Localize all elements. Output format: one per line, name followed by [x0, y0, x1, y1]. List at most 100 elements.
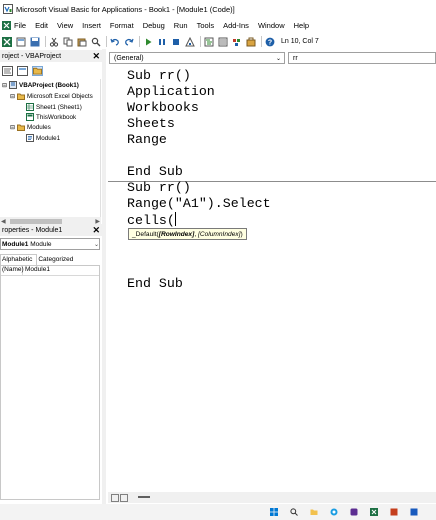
code-line[interactable]: Sub rr()	[127, 180, 191, 196]
object-type: Module	[30, 240, 52, 248]
properties-object-select[interactable]: Module1 Module ⌄	[0, 238, 100, 250]
code-line[interactable]: Workbooks	[127, 100, 199, 116]
toolbar-separator	[139, 36, 140, 47]
tree-item-modules[interactable]: ⊟ Modules	[9, 122, 51, 132]
app-icon[interactable]	[350, 508, 358, 516]
code-line[interactable]: Application	[127, 84, 215, 100]
tab-alphabetic[interactable]: Alphabetic	[0, 254, 38, 265]
chevron-down-icon[interactable]: ⌄	[94, 241, 99, 248]
menu-add-ins[interactable]: Add-Ins	[223, 18, 249, 33]
tooltip-param: [ColumnIndex]	[197, 230, 241, 238]
code-line-active[interactable]: cells(	[127, 212, 176, 229]
menu-edit[interactable]: Edit	[35, 18, 48, 33]
code-window-status	[108, 492, 436, 503]
chevron-down-icon[interactable]: ⌄	[276, 55, 281, 62]
excel-taskbar-icon[interactable]	[370, 508, 378, 516]
tree-item-sheet1[interactable]: Sheet1 (Sheet1)	[26, 102, 82, 112]
menu-help[interactable]: Help	[294, 18, 309, 33]
toolbox-icon[interactable]	[246, 37, 256, 47]
properties-window-icon[interactable]	[218, 37, 228, 47]
close-icon[interactable]: ✕	[92, 225, 100, 235]
view-object-icon[interactable]	[17, 65, 28, 76]
copy-icon[interactable]	[63, 37, 73, 47]
object-dropdown[interactable]: (General) ⌄	[109, 52, 285, 64]
help-icon[interactable]: ?	[265, 37, 275, 47]
cut-icon[interactable]	[49, 37, 59, 47]
project-panel-header: roject - VBAProject ✕	[0, 50, 102, 62]
browser-icon[interactable]	[330, 508, 338, 516]
object-browser-icon[interactable]	[232, 37, 242, 47]
full-module-view-icon[interactable]	[120, 493, 128, 502]
search-icon[interactable]	[290, 508, 298, 516]
menu-insert[interactable]: Insert	[82, 18, 101, 33]
app-icon[interactable]	[410, 508, 418, 516]
collapse-icon[interactable]: ⊟	[1, 82, 8, 89]
tree-item-vbaproject[interactable]: ⊟ VBAProject (Book1)	[1, 80, 79, 90]
property-value[interactable]: Module1	[23, 266, 50, 275]
menu-format[interactable]: Format	[110, 18, 134, 33]
pane-splitter[interactable]	[102, 49, 106, 504]
tooltip-prefix: _Default(	[132, 230, 159, 238]
window-title: Microsoft Visual Basic for Applications …	[16, 4, 235, 14]
vba-project-icon	[9, 81, 17, 89]
project-explorer-icon[interactable]	[204, 37, 214, 47]
menu-debug[interactable]: Debug	[143, 18, 165, 33]
redo-icon[interactable]	[124, 37, 134, 47]
menu-run[interactable]: Run	[174, 18, 188, 33]
menu-tools[interactable]: Tools	[197, 18, 215, 33]
file-explorer-icon[interactable]	[310, 508, 318, 516]
collapse-icon[interactable]: ⊟	[9, 124, 16, 131]
tree-item-excel-objects[interactable]: ⊟ Microsoft Excel Objects	[9, 91, 93, 101]
code-line[interactable]: Sheets	[127, 116, 175, 132]
toolbar-separator	[200, 36, 201, 47]
workbook-icon	[26, 113, 34, 121]
toggle-folders-icon[interactable]	[32, 65, 43, 76]
quick-info-tooltip: _Default( [RowIndex] , [ColumnIndex] )	[128, 228, 247, 240]
code-line-text[interactable]: cells(	[127, 213, 175, 228]
insert-module-icon[interactable]	[16, 37, 26, 47]
object-name: Module1	[2, 240, 29, 248]
collapse-icon[interactable]: ⊟	[9, 93, 16, 100]
code-editor[interactable]: Sub rr() Application Workbooks Sheets Ra…	[108, 66, 436, 492]
sheet-icon	[26, 103, 34, 111]
procedure-view-icon[interactable]	[111, 493, 119, 502]
code-line[interactable]: End Sub	[127, 164, 183, 180]
save-icon[interactable]	[30, 37, 40, 47]
undo-icon[interactable]	[110, 37, 120, 47]
code-line[interactable]: Range	[127, 132, 167, 148]
view-excel-icon[interactable]	[2, 36, 12, 47]
close-icon[interactable]: ✕	[92, 51, 100, 61]
tab-categorized[interactable]: Categorized	[37, 255, 77, 265]
excel-icon[interactable]	[2, 21, 11, 30]
cursor-position: Ln 10, Col 7	[281, 38, 319, 45]
menu-file[interactable]: File	[2, 18, 26, 33]
view-code-icon[interactable]	[2, 65, 13, 76]
find-icon[interactable]	[91, 37, 101, 47]
app-icon[interactable]	[390, 508, 398, 516]
windows-start-icon[interactable]	[270, 508, 278, 516]
title-bar: Microsoft Visual Basic for Applications …	[0, 0, 436, 18]
tooltip-param-current: [RowIndex]	[158, 230, 195, 238]
folder-icon	[17, 93, 25, 100]
toolbar-separator	[261, 36, 262, 47]
reset-icon[interactable]	[171, 37, 181, 47]
tree-item-module1[interactable]: Module1	[26, 133, 60, 143]
procedure-dropdown[interactable]: rr	[288, 52, 436, 64]
menu-window[interactable]: Window	[258, 18, 285, 33]
code-line[interactable]: End Sub	[127, 276, 183, 292]
menu-view[interactable]: View	[57, 18, 73, 33]
design-mode-icon[interactable]	[185, 36, 195, 47]
project-panel-title: roject - VBAProject	[2, 52, 62, 60]
paste-icon[interactable]	[77, 37, 87, 47]
properties-panel-title: roperties - Module1	[2, 226, 63, 234]
break-icon[interactable]	[157, 37, 167, 47]
property-row[interactable]: (Name) Module1	[1, 266, 99, 276]
tree-item-thisworkbook[interactable]: ThisWorkbook	[26, 112, 76, 122]
code-line[interactable]: Range("A1").Select	[127, 196, 271, 212]
run-icon[interactable]	[143, 37, 153, 47]
scroll-thumb[interactable]	[138, 496, 150, 498]
code-line[interactable]: Sub rr()	[127, 68, 191, 84]
toolbar-separator	[45, 36, 46, 47]
svg-text:?: ?	[268, 39, 272, 46]
toolbar-separator	[106, 36, 107, 47]
